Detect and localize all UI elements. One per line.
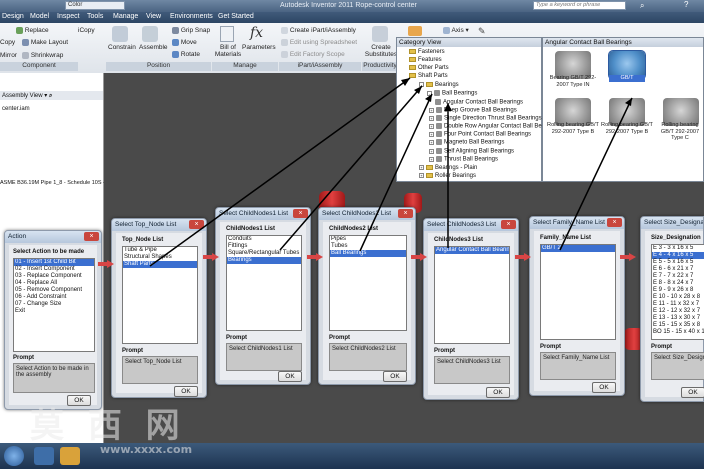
- watermark: 莫 西 网: [30, 406, 186, 446]
- arrow-line-family: [559, 97, 633, 251]
- arrow-line-bearings: [279, 85, 423, 251]
- taskbar-app-icon[interactable]: [34, 447, 54, 465]
- watermark-url: www.xxxx.com: [100, 443, 193, 456]
- arrowhead: [444, 103, 452, 111]
- taskbar-folder-icon[interactable]: [60, 447, 80, 465]
- start-button-icon[interactable]: [4, 446, 24, 466]
- arrowhead: [401, 78, 410, 86]
- arrow-line-ball-bearings: [359, 93, 433, 252]
- arrow-line-shaft-parts: [149, 77, 411, 267]
